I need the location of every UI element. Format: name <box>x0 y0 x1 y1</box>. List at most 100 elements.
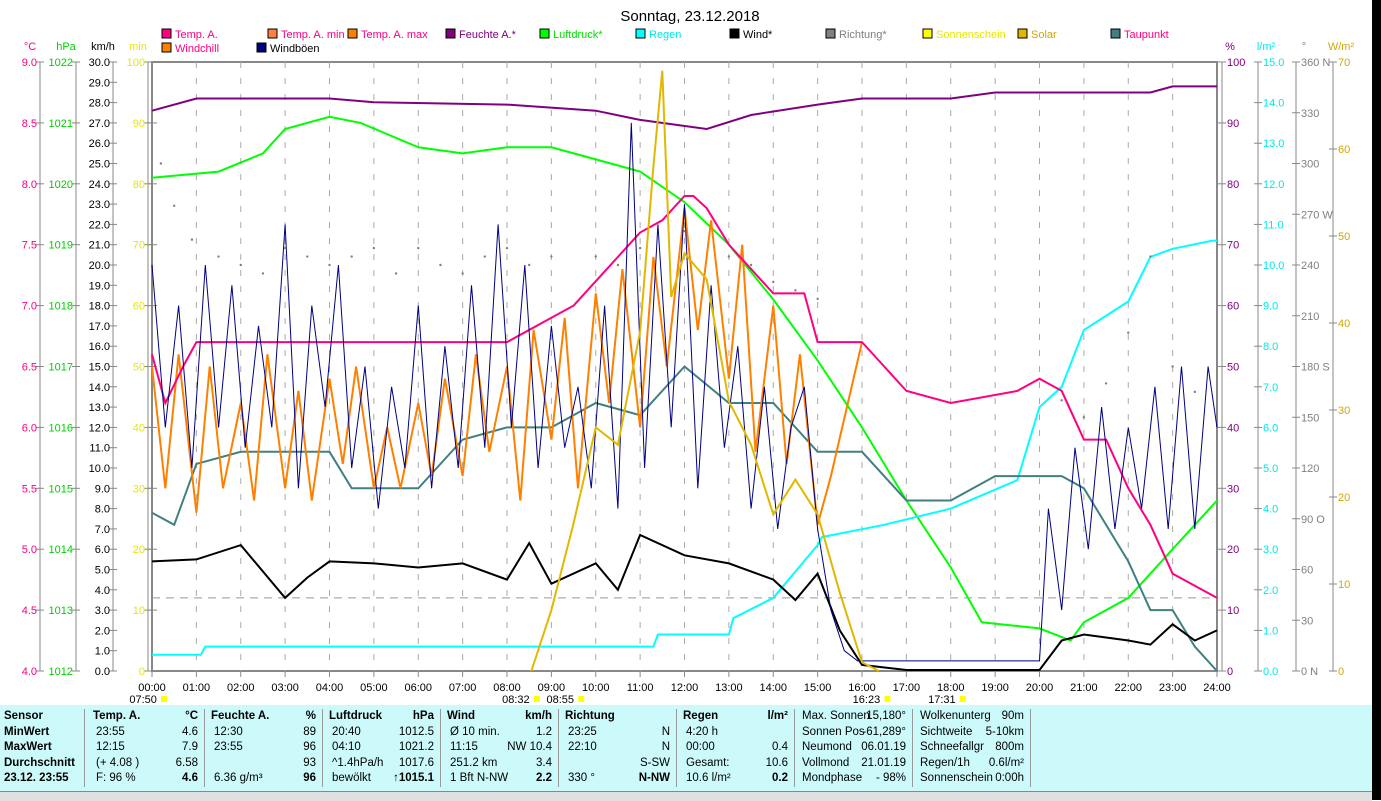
axis-tick-label: 21.0 <box>89 240 110 252</box>
x-tick-label: 16:00 <box>848 682 876 694</box>
axis-tick-label: 0.0 <box>95 666 110 678</box>
sun-icon <box>959 696 966 702</box>
legend: Temp. A. Temp. A. min Temp. A. max Feuchte … <box>161 28 1169 55</box>
legend-label: Richtung* <box>839 29 887 41</box>
axis-tick-label: 70 <box>133 240 145 252</box>
legend-swatch <box>445 28 456 39</box>
axis-tick-label: 4.0 <box>1263 504 1278 516</box>
table-cell: 12:30 <box>214 725 243 738</box>
axis-tick-label: 7.0 <box>1263 382 1278 394</box>
table-cell: 3.4 <box>536 756 552 769</box>
table-cell: Sonnenschein <box>920 772 993 784</box>
series-richtung-point <box>328 263 331 267</box>
axis-tick-label: 80 <box>133 179 145 191</box>
table-cell: 2.2 <box>536 772 552 784</box>
axis-tick-label: 100 <box>127 57 145 69</box>
legend-swatch <box>1110 28 1121 39</box>
table-cell: 1.2 <box>536 725 552 738</box>
series-richtung-point <box>1149 255 1152 258</box>
table-cell: Sensor <box>4 710 43 722</box>
axis-unit-label: min <box>129 41 147 53</box>
table-cell: 10.6 l/m² <box>686 772 731 784</box>
table-cell: N-NW <box>638 772 670 784</box>
axis-tick-label: 16.0 <box>89 341 110 353</box>
axis-tick-label: 15.0 <box>89 362 110 374</box>
table-cell: Regen <box>683 710 719 722</box>
axis-unit-label: km/h <box>91 41 115 53</box>
axis-tick-label: 8.0 <box>1263 341 1278 353</box>
axis-tick-label: 18.0 <box>89 301 110 313</box>
legend-swatch <box>347 28 358 39</box>
x-tick-label: 14:00 <box>759 682 787 694</box>
table-cell: 1017.6 <box>398 756 434 769</box>
legend-swatch <box>161 42 172 53</box>
axis-tick-label: 6.0 <box>1263 422 1278 434</box>
axis-tick-label: 180 S <box>1301 362 1330 374</box>
table-cell: Wolkenunterg <box>920 710 991 722</box>
x-tick-label: 18:00 <box>937 682 965 694</box>
axis-tick-label: 1022 <box>49 57 73 69</box>
sun-event-label: 16:23 <box>853 694 881 705</box>
axis-tick-label: 70 <box>1338 57 1350 69</box>
series-richtung-point <box>505 246 509 250</box>
series-richtung-point <box>794 289 797 292</box>
sun-event-label: 08:55 <box>546 694 574 705</box>
axis-tick-label: 3.0 <box>95 605 110 617</box>
axis-tick-label: 9.0 <box>1263 301 1278 313</box>
x-tick-label: 06:00 <box>404 682 432 694</box>
table-cell: 11:15 <box>450 741 478 753</box>
legend-swatch <box>635 28 646 39</box>
series-richtung-point <box>616 263 620 267</box>
axis-tick-label: 1013 <box>49 605 73 617</box>
axis-tick-label: 11.0 <box>89 443 110 455</box>
table-cell: ^1.4hPa/h <box>332 756 384 769</box>
table-cell: MinWert <box>4 725 50 738</box>
series-richtung-point <box>306 255 309 258</box>
table-column: Feuchte A.% 12:30 89 23:55 96 93 6.36 g/m³ 96 <box>206 709 323 787</box>
table-cell: N <box>661 725 670 738</box>
sun-icon <box>161 696 168 702</box>
x-tick-label: 12:00 <box>671 682 699 694</box>
table-cell: 23:25 <box>568 725 597 738</box>
series-richtung-point <box>1104 382 1108 385</box>
axis-tick-label: 60 <box>1301 565 1313 577</box>
axis-tick-label: 20 <box>1227 544 1239 556</box>
x-tick-label: 04:00 <box>316 682 344 694</box>
series-richtung-point <box>727 255 731 258</box>
series-richtung-point <box>190 238 194 241</box>
axis-tick-label: 30 <box>1338 405 1350 417</box>
table-cell: NW 10.4 <box>507 741 552 753</box>
table-cell: Ø 10 min. <box>450 725 500 738</box>
series-richtung-point <box>683 229 686 233</box>
table-cell: 93 <box>303 756 316 769</box>
table-cell: 21.01.19 <box>861 756 906 769</box>
axis-tick-label: 40 <box>133 422 145 434</box>
axis-tick-label: 60 <box>133 301 145 313</box>
axis-tick-label: 10 <box>1227 605 1239 617</box>
legend-swatch <box>1017 28 1028 39</box>
legend-label: Solar <box>1031 29 1057 41</box>
axis-tick-label: 70 <box>1227 240 1239 252</box>
axis-tick-label: 1.0 <box>95 646 110 658</box>
axis-tick-label: 150 <box>1301 412 1319 424</box>
table-cell: 0.2 <box>772 772 788 784</box>
table-cell: (+ 4.08 ) <box>96 756 140 769</box>
axis-tick-label: 0.0 <box>1263 666 1278 678</box>
axis-tick-label: 60 <box>1227 301 1239 313</box>
x-tick-label: 21:00 <box>1070 682 1098 694</box>
axis-tick-label: 10.0 <box>1263 260 1284 272</box>
axis-tick-label: 10 <box>133 605 145 617</box>
axis-tick-label: 40 <box>1227 422 1239 434</box>
axis-tick-label: 9.0 <box>22 57 37 69</box>
table-cell: 15,180° <box>866 710 906 722</box>
sun-event-label: 17:31 <box>928 694 956 705</box>
axis-tick-label: 15.0 <box>1263 57 1284 69</box>
x-tick-label: 02:00 <box>227 682 255 694</box>
table-cell: Feuchte A. <box>211 710 270 722</box>
axis-tick-label: 210 <box>1301 311 1319 323</box>
axis-tick-label: 8.0 <box>22 179 37 191</box>
table-cell: Luftdruck <box>329 710 383 722</box>
table-cell: Regen/1h <box>920 756 970 769</box>
series-richtung-point <box>527 263 531 267</box>
table-cell: 4:20 h <box>686 725 718 738</box>
